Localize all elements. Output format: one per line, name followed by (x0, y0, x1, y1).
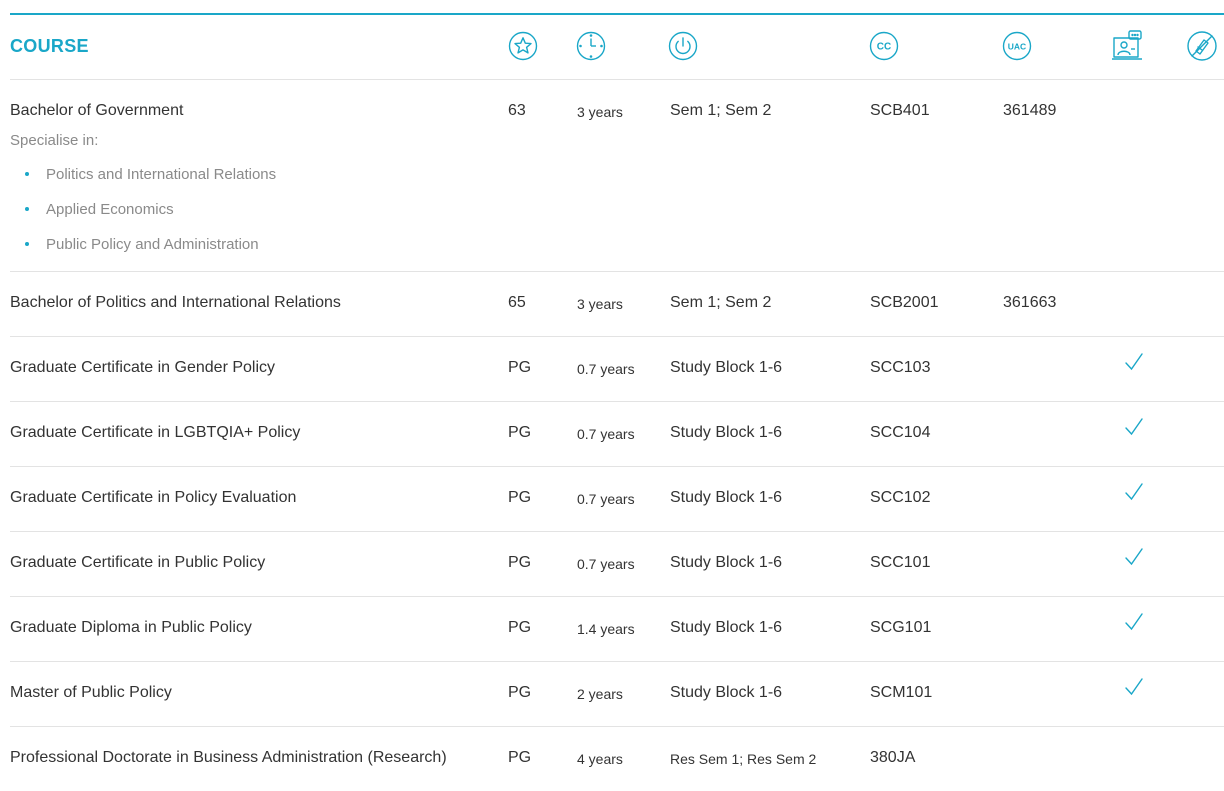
specialise-label: Specialise in: (10, 132, 99, 149)
duration-value: 0.7 years (577, 426, 635, 442)
online-icon (1111, 29, 1145, 63)
course-title: Bachelor of Government (10, 102, 184, 119)
entry-value: Study Block 1-6 (670, 424, 783, 441)
bullet-icon (25, 172, 29, 176)
atar-value: PG (508, 424, 532, 441)
cc-icon-text: CC (877, 42, 891, 53)
course-table: COURSE CC UAC Bachelor of Government 63 … (10, 13, 1224, 791)
star-icon (508, 31, 538, 61)
course-title: Graduate Certificate in LGBTQIA+ Policy (10, 424, 301, 441)
atar-value: 65 (508, 294, 526, 311)
duration-value: 0.7 years (577, 556, 635, 572)
course-code: SCB2001 (870, 294, 939, 311)
table-row: Master of Public Policy PG 2 years Study… (10, 662, 1224, 727)
atar-value: PG (508, 684, 532, 701)
table-header: COURSE CC UAC (10, 15, 1224, 80)
course-title: Graduate Certificate in Policy Evaluatio… (10, 489, 297, 506)
table-row: Professional Doctorate in Business Admin… (10, 727, 1224, 791)
entry-value: Res Sem 1; Res Sem 2 (670, 751, 817, 767)
table-row: Graduate Diploma in Public Policy PG 1.4… (10, 597, 1224, 662)
atar-value: PG (508, 554, 532, 571)
online-check-icon (1124, 481, 1148, 507)
online-check-icon (1124, 546, 1148, 572)
course-code: SCM101 (870, 684, 933, 701)
cc-icon: CC (869, 31, 899, 61)
table-row: Bachelor of Politics and International R… (10, 272, 1224, 337)
table-row: Bachelor of Government 63 3 years Sem 1;… (10, 80, 1224, 272)
table-row: Graduate Certificate in Gender Policy PG… (10, 337, 1224, 402)
entry-value: Sem 1; Sem 2 (670, 102, 772, 119)
course-code: SCC103 (870, 359, 931, 376)
bullet-icon (25, 242, 29, 246)
course-code: SCC102 (870, 489, 931, 506)
course-code: SCG101 (870, 619, 932, 636)
table-row: Graduate Certificate in Policy Evaluatio… (10, 467, 1224, 532)
course-column-header: COURSE (10, 36, 89, 56)
atar-value: 63 (508, 102, 526, 119)
course-title: Professional Doctorate in Business Admin… (10, 749, 447, 766)
specialisation-label: Politics and International Relations (46, 166, 277, 183)
atar-value: PG (508, 619, 532, 636)
uac-icon: UAC (1002, 31, 1032, 61)
duration-value: 0.7 years (577, 491, 635, 507)
online-check-icon (1124, 611, 1148, 637)
online-check-icon (1124, 351, 1148, 377)
bullet-icon (25, 207, 29, 211)
course-title: Graduate Certificate in Public Policy (10, 554, 266, 571)
course-code: SCB401 (870, 102, 930, 119)
no-campus-icon (1186, 30, 1218, 62)
entry-value: Study Block 1-6 (670, 554, 783, 571)
atar-value: PG (508, 359, 532, 376)
clock-icon (576, 31, 606, 61)
specialisation-label: Applied Economics (46, 201, 174, 218)
atar-value: PG (508, 489, 532, 506)
online-check-icon (1124, 416, 1148, 442)
specialisation-label: Public Policy and Administration (46, 236, 259, 253)
uac-code: 361663 (1003, 294, 1057, 311)
table-row: Graduate Certificate in Public Policy PG… (10, 532, 1224, 597)
course-title: Bachelor of Politics and International R… (10, 294, 341, 311)
online-check-icon (1124, 676, 1148, 702)
entry-value: Study Block 1-6 (670, 619, 783, 636)
power-icon (668, 31, 698, 61)
duration-value: 0.7 years (577, 361, 635, 377)
atar-value: PG (508, 749, 532, 766)
course-code: SCC104 (870, 424, 931, 441)
duration-value: 3 years (577, 104, 623, 120)
entry-value: Study Block 1-6 (670, 359, 783, 376)
entry-value: Study Block 1-6 (670, 684, 783, 701)
uac-code: 361489 (1003, 102, 1057, 119)
course-code: 380JA (870, 749, 916, 766)
table-row: Graduate Certificate in LGBTQIA+ Policy … (10, 402, 1224, 467)
specialisation-item: Public Policy and Administration (22, 236, 276, 271)
course-code: SCC101 (870, 554, 931, 571)
entry-value: Study Block 1-6 (670, 489, 783, 506)
specialisation-item: Applied Economics (22, 201, 276, 236)
course-title: Graduate Certificate in Gender Policy (10, 359, 276, 376)
duration-value: 4 years (577, 751, 623, 767)
course-title: Master of Public Policy (10, 684, 172, 701)
entry-value: Sem 1; Sem 2 (670, 294, 772, 311)
specialisation-list: Politics and International Relations App… (22, 166, 276, 271)
course-title: Graduate Diploma in Public Policy (10, 619, 252, 636)
duration-value: 3 years (577, 296, 623, 312)
uac-icon-text: UAC (1008, 41, 1026, 51)
duration-value: 1.4 years (577, 621, 635, 637)
specialisation-item: Politics and International Relations (22, 166, 276, 201)
duration-value: 2 years (577, 686, 623, 702)
